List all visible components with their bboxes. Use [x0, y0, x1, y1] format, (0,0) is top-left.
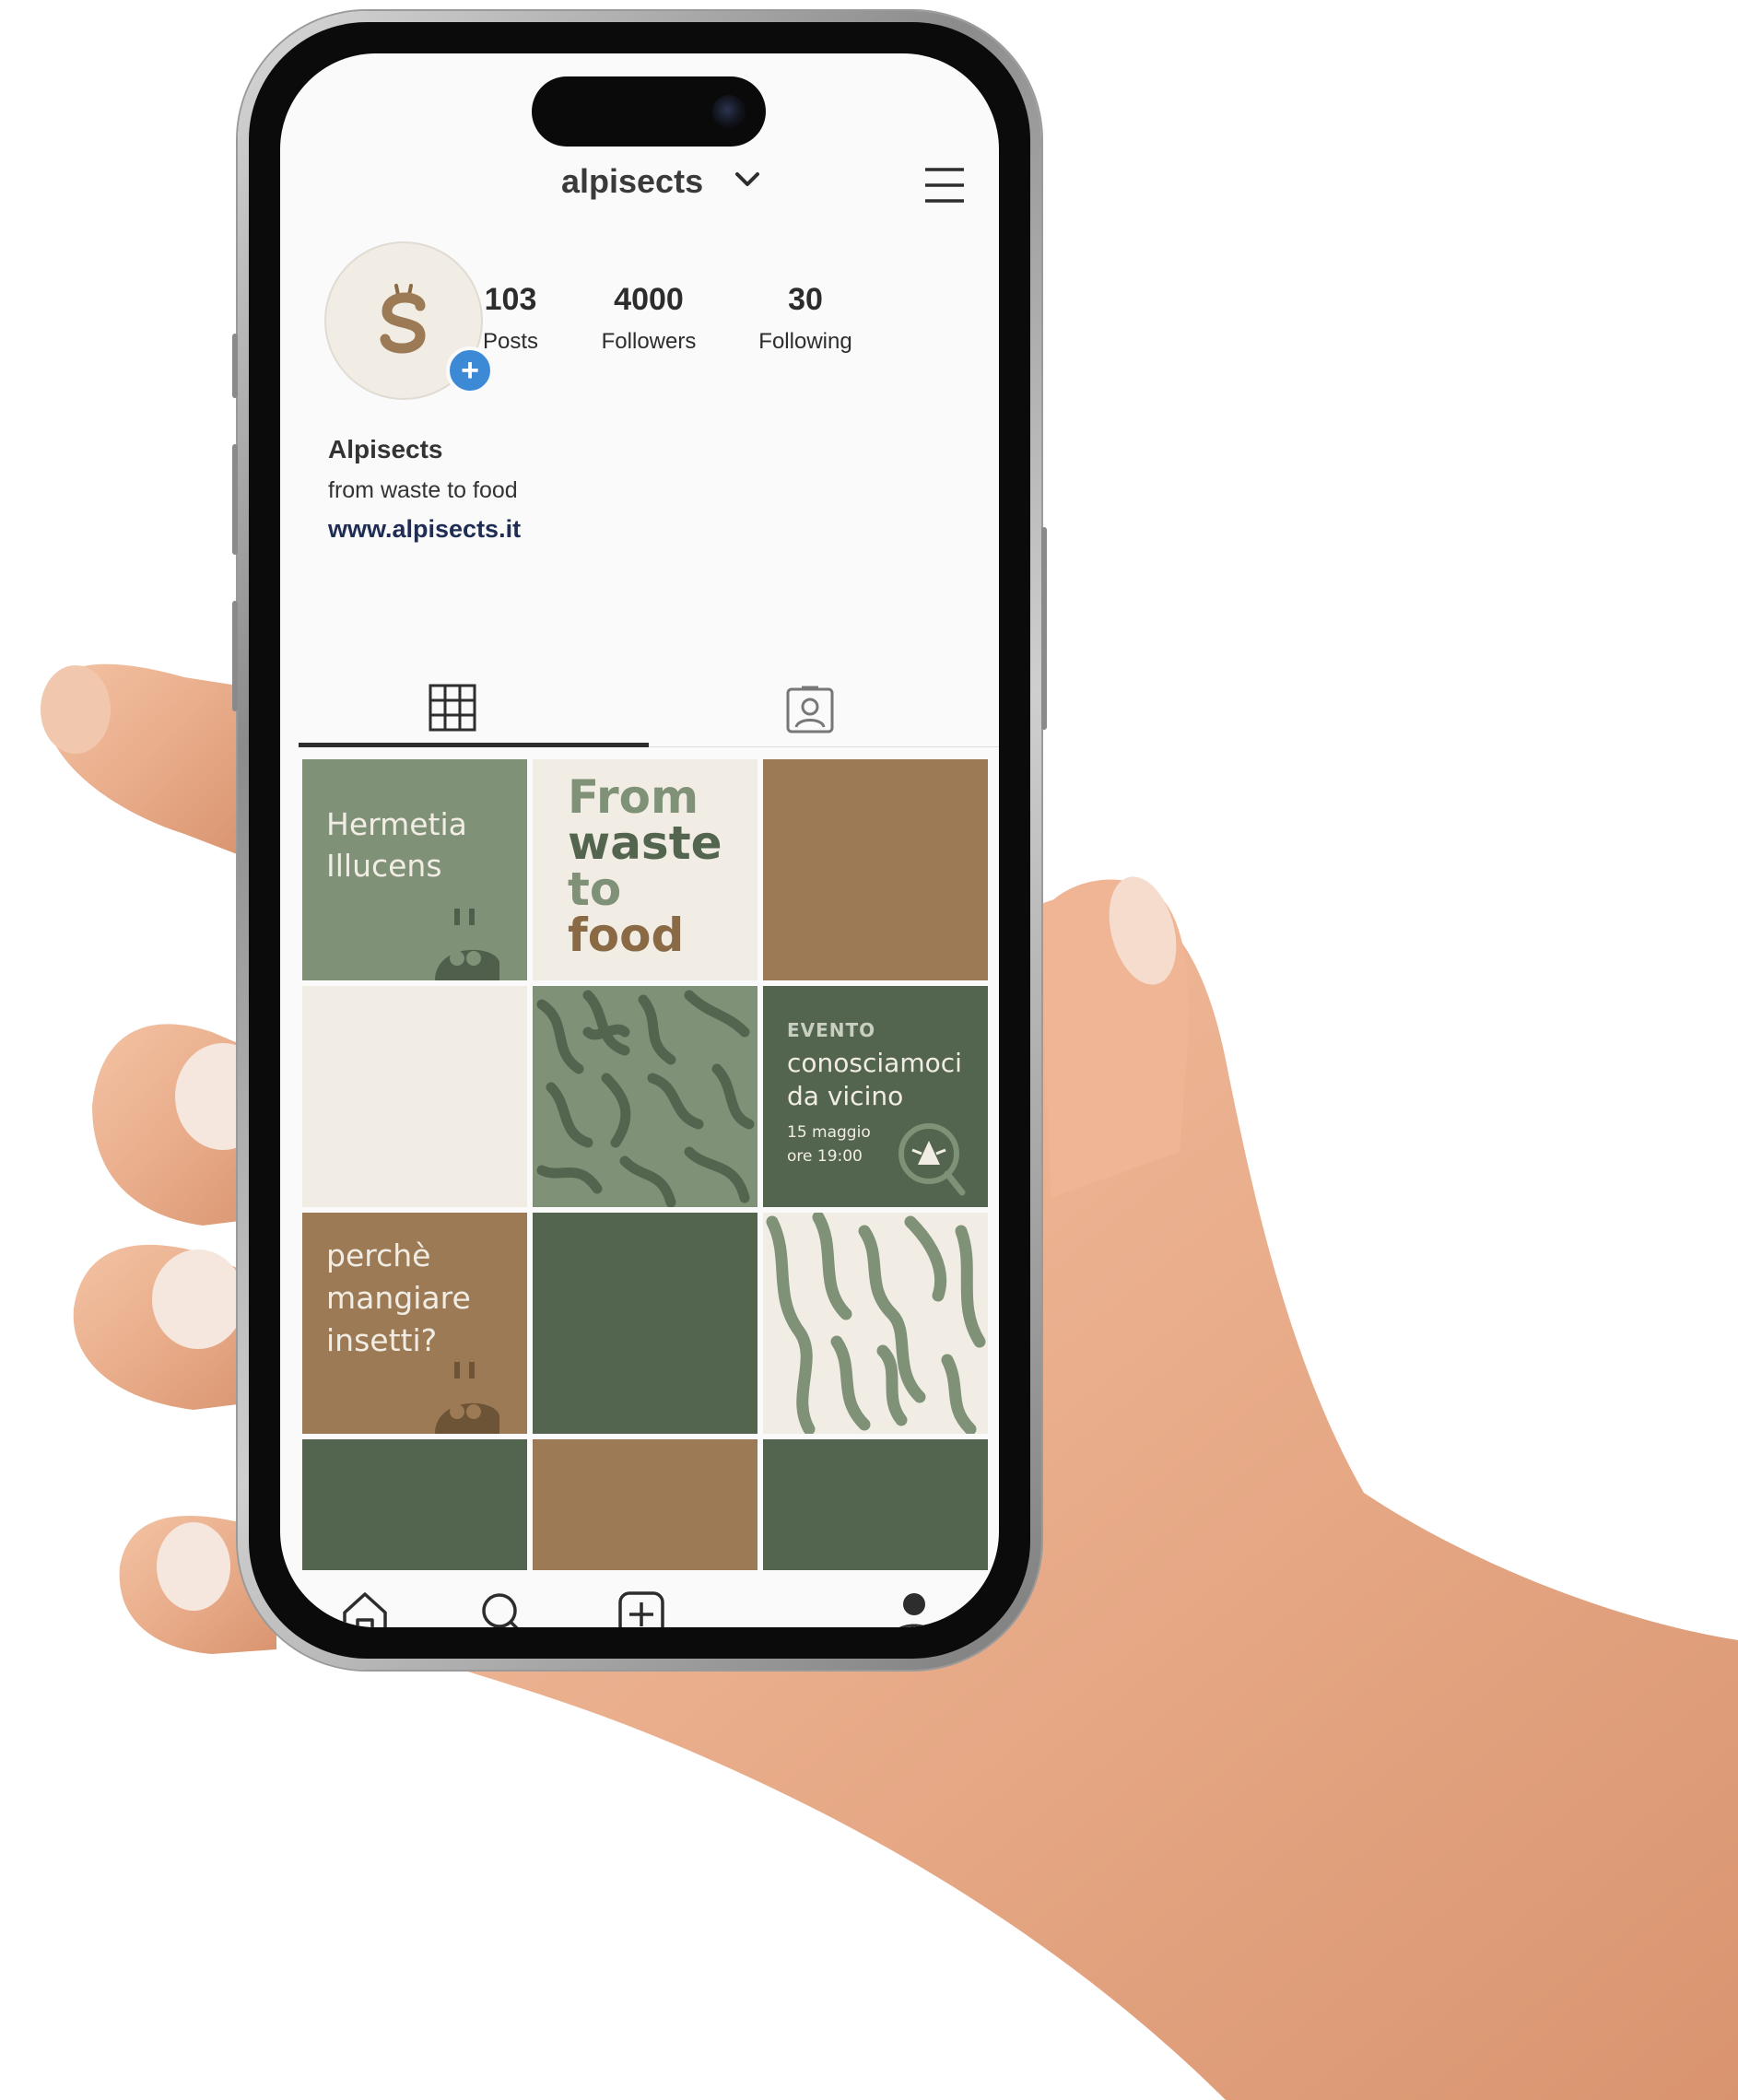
post-tile-2[interactable]: From waste to food	[533, 759, 757, 980]
post-tile-7[interactable]: perchè mangiare insetti?	[302, 1213, 527, 1434]
magnifier-bug-icon	[898, 1123, 966, 1196]
posts-stat[interactable]: 103 Posts	[446, 282, 575, 355]
create-icon[interactable]	[616, 1589, 667, 1627]
post-tile-9[interactable]	[763, 1213, 988, 1434]
post-tile-6[interactable]: EVENTO conosciamoci da vicino 15 maggio …	[763, 986, 988, 1207]
post-tile-10[interactable]	[302, 1439, 527, 1570]
profile-icon[interactable]	[888, 1589, 940, 1627]
post-7-line3: insetti?	[326, 1322, 438, 1358]
followers-count: 4000	[614, 282, 684, 317]
post-1-line2: Illucens	[326, 848, 442, 884]
power-button	[1041, 527, 1047, 730]
grid-icon[interactable]	[428, 671, 477, 745]
post-7-line1: perchè	[326, 1238, 431, 1273]
chevron-down-icon[interactable]	[734, 170, 761, 190]
profile-bio-text: from waste to food	[328, 477, 518, 503]
post-tile-8[interactable]	[533, 1213, 757, 1434]
instagram-profile-screen: alpisects + 103 Posts 4000 Followers 30 …	[280, 53, 999, 1627]
post-6-date: 15 maggio	[787, 1123, 871, 1142]
post-tile-4[interactable]	[302, 986, 527, 1207]
following-label: Following	[758, 329, 852, 354]
bottom-navigation	[280, 1570, 999, 1627]
following-count: 30	[788, 282, 823, 317]
followers-label: Followers	[601, 329, 697, 354]
search-icon[interactable]	[477, 1589, 529, 1627]
post-tile-11[interactable]	[533, 1439, 757, 1570]
volume-up-button	[232, 444, 238, 555]
phone-bezel: alpisects + 103 Posts 4000 Followers 30 …	[249, 22, 1030, 1659]
posts-grid: Hermetia Illucens From waste to food EVE…	[302, 759, 999, 1570]
post-6-time: ore 19:00	[787, 1147, 863, 1166]
post-tile-1[interactable]: Hermetia Illucens	[302, 759, 527, 980]
front-camera	[712, 95, 746, 128]
bug-mascot-icon	[435, 909, 499, 980]
post-6-tag: EVENTO	[787, 1019, 876, 1041]
profile-username[interactable]: alpisects	[561, 162, 703, 201]
post-2-line1: From	[568, 770, 699, 824]
profile-bio: Alpisects from waste to food www.alpisec…	[328, 435, 521, 544]
phone-frame: alpisects + 103 Posts 4000 Followers 30 …	[232, 11, 1047, 1670]
followers-stat[interactable]: 4000 Followers	[575, 282, 722, 355]
post-7-line2: mangiare	[326, 1280, 471, 1316]
tagged-icon[interactable]	[785, 673, 835, 746]
pattern-texture	[766, 1213, 986, 1434]
menu-icon[interactable]	[923, 166, 966, 205]
post-tile-12[interactable]	[763, 1439, 988, 1570]
post-2-line4: food	[568, 909, 685, 962]
post-6-line2: da vicino	[787, 1081, 904, 1111]
bug-mascot-icon	[435, 1362, 499, 1434]
home-icon[interactable]	[339, 1589, 391, 1627]
profile-website-link[interactable]: www.alpisects.it	[328, 515, 521, 544]
pattern-texture	[536, 990, 755, 1207]
post-6-line1: conosciamoci	[787, 1048, 962, 1078]
volume-down-button	[232, 601, 238, 711]
active-tab-indicator	[299, 743, 649, 747]
post-tile-3[interactable]	[763, 759, 988, 980]
post-2-line3: to	[568, 862, 622, 916]
posts-label: Posts	[482, 329, 539, 354]
following-stat[interactable]: 30 Following	[732, 282, 879, 355]
posts-count: 103	[484, 282, 537, 317]
silent-switch	[232, 334, 238, 398]
post-1-line1: Hermetia	[326, 806, 467, 842]
profile-display-name: Alpisects	[328, 435, 443, 463]
alpisects-logo-icon	[380, 284, 426, 354]
dynamic-island	[532, 76, 766, 147]
post-tile-5[interactable]	[533, 986, 757, 1207]
post-2-line2: waste	[568, 816, 722, 870]
